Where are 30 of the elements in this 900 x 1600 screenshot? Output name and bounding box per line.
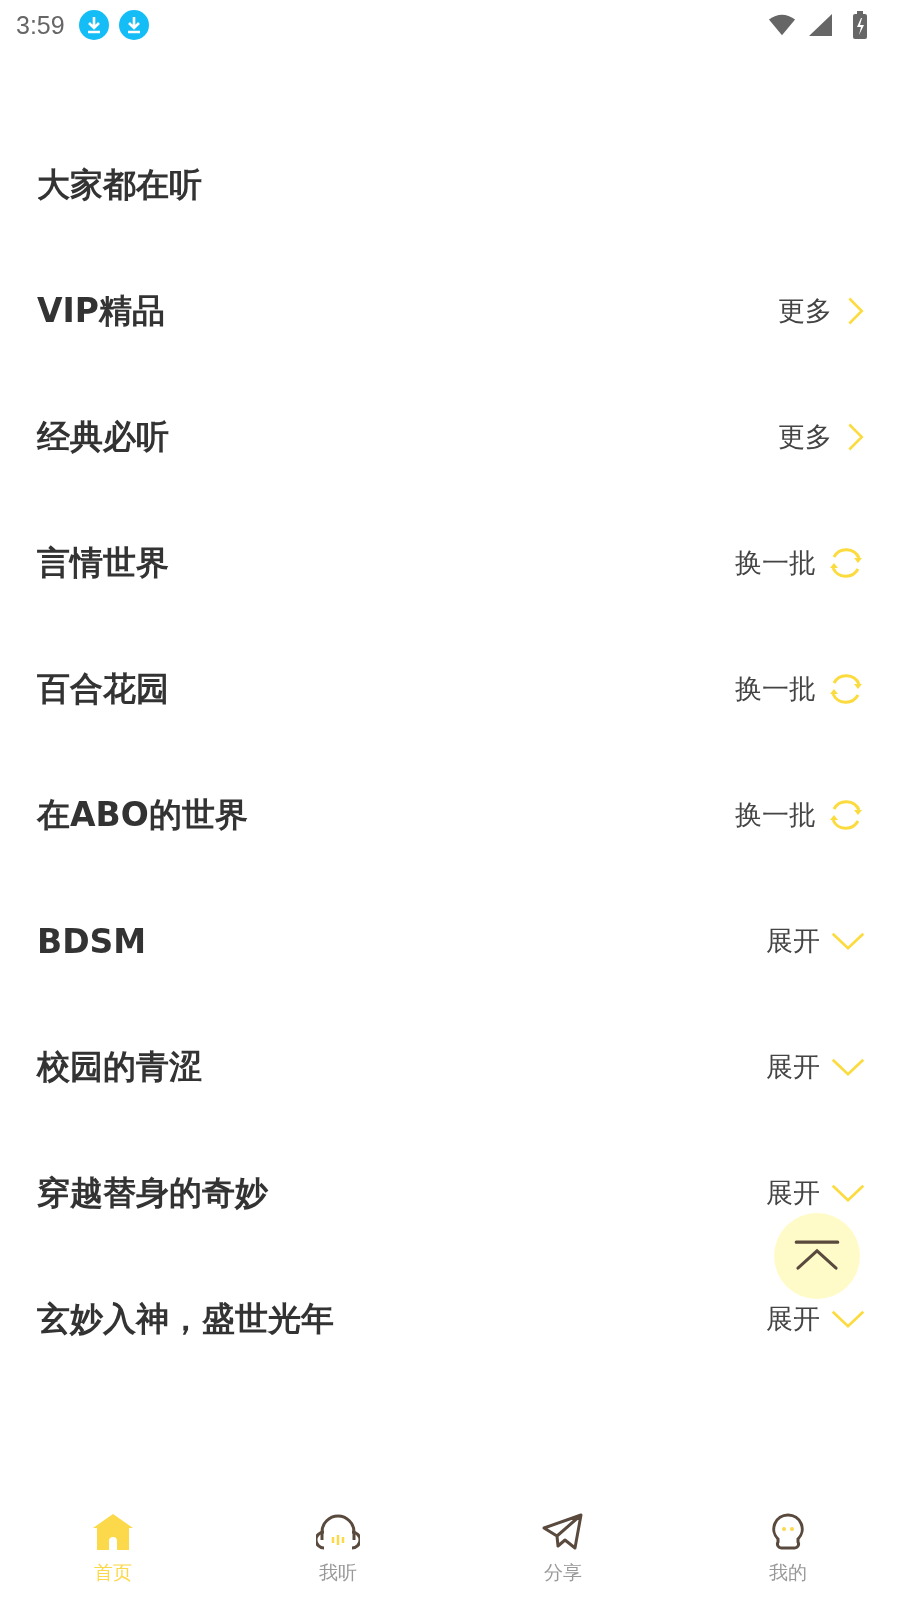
section-title: 在ABO的世界 — [37, 793, 248, 836]
section-title: 言情世界 — [37, 541, 169, 584]
section-title: 大家都在听 — [37, 163, 202, 206]
section-title: 百合花园 — [37, 667, 169, 710]
download-icon — [118, 10, 149, 40]
status-time: 3:59 — [16, 10, 65, 40]
section-action-button[interactable]: 换一批 — [735, 543, 866, 583]
section-title: 经典必听 — [37, 415, 169, 458]
section-title: 校园的青涩 — [37, 1045, 202, 1088]
wifi-icon — [768, 13, 796, 37]
chevron-down-icon — [830, 930, 866, 952]
section-action-button[interactable]: 展开 — [766, 923, 866, 959]
section-action-button[interactable]: 展开 — [766, 1301, 866, 1337]
section-action-button[interactable]: 展开 — [766, 1049, 866, 1085]
headphones-icon — [315, 1512, 360, 1552]
chevron-down-icon — [830, 1182, 866, 1204]
download-icon — [78, 10, 109, 40]
section-title: 穿越替身的奇妙 — [37, 1171, 268, 1214]
section-title: VIP精品 — [37, 289, 165, 332]
chevron-down-icon — [830, 1056, 866, 1078]
battery-icon — [852, 11, 868, 39]
section-action-button[interactable]: 换一批 — [735, 669, 866, 709]
section-action-button[interactable]: 更多 — [778, 293, 866, 329]
section-title: BDSM — [37, 921, 147, 961]
section-action-button[interactable]: 更多 — [778, 419, 866, 455]
section-title: 玄妙入神，盛世光年 — [37, 1297, 334, 1340]
paper-plane-icon — [540, 1512, 585, 1552]
section-action-button[interactable]: 展开 — [766, 1175, 866, 1211]
chevron-down-icon — [830, 1308, 866, 1330]
section-action-button[interactable]: 换一批 — [735, 795, 866, 835]
